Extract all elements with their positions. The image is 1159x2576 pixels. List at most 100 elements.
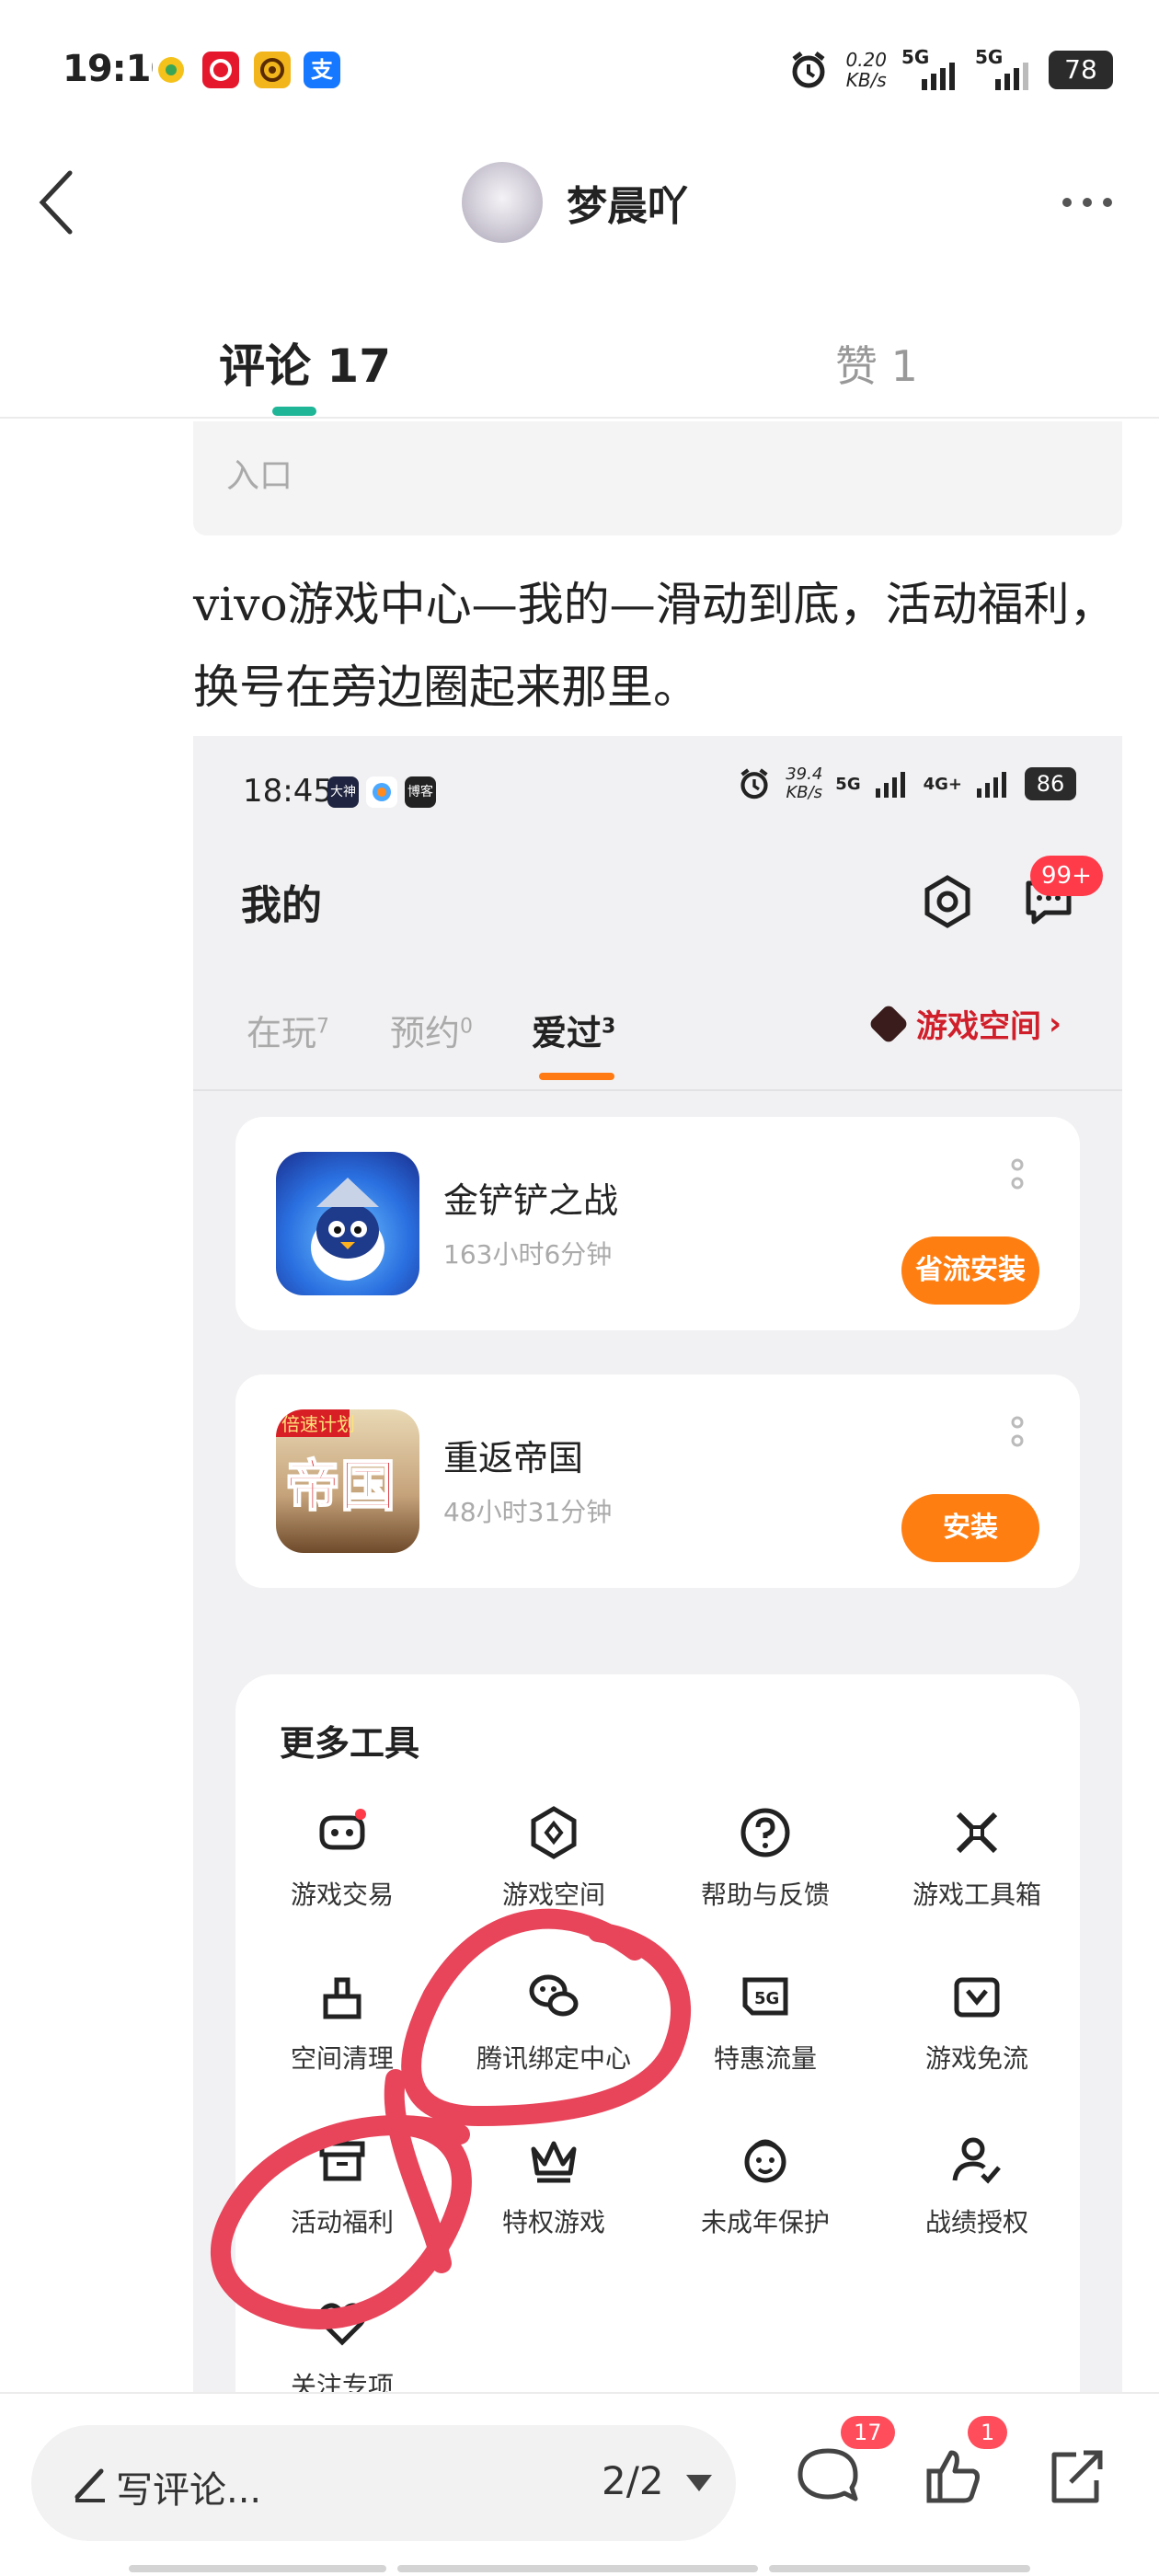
shot-divider bbox=[193, 1089, 1122, 1091]
game-space-logo-icon bbox=[867, 1003, 910, 1044]
battery-icon: 78 bbox=[1049, 51, 1113, 89]
shot-signal-2: 4G+ bbox=[923, 774, 962, 794]
tab-comments[interactable]: 评论 17 bbox=[219, 329, 391, 396]
tab-likes[interactable]: 赞 1 bbox=[835, 333, 918, 394]
empire-icon-title: 帝国 bbox=[285, 1455, 396, 1519]
heart-icon bbox=[318, 2303, 366, 2346]
tool-privileged-games[interactable]: 特权游戏 bbox=[462, 2131, 646, 2269]
tool-free-data[interactable]: 游戏免流 bbox=[885, 1967, 1069, 2105]
install-lite-button[interactable]: 省流安装 bbox=[901, 1236, 1039, 1305]
shot-signal-bars-2 bbox=[977, 772, 1006, 798]
embedded-screenshot[interactable]: 18:45 大神 博客 39.4 KB/s 5G 4G+ 86 我的 99+ 在… bbox=[193, 736, 1122, 2392]
tool-5g-data[interactable]: 5G 特惠流量 bbox=[673, 1967, 857, 2105]
game-name: 重返帝国 bbox=[443, 1438, 584, 1478]
tab-active-indicator bbox=[272, 407, 316, 416]
bottom-bar: 写评论... 2/2 17 1 bbox=[0, 2392, 1159, 2576]
toolbox-icon bbox=[956, 1811, 998, 1854]
minor-protect-icon bbox=[744, 2139, 786, 2183]
record-auth-icon bbox=[952, 2137, 1001, 2184]
tool-minor-protection[interactable]: 未成年保护 bbox=[673, 2131, 857, 2269]
status-bar: 19:10 支 0.20 KB/s 5G 5G 78 bbox=[0, 0, 1159, 138]
jinchanchan-game-icon bbox=[276, 1152, 419, 1295]
game-name: 金铲铲之战 bbox=[443, 1180, 619, 1221]
tool-help-feedback[interactable]: 帮助与反馈 bbox=[673, 1803, 857, 1941]
tool-follow[interactable]: 关注专项 bbox=[250, 2294, 434, 2392]
share-icon[interactable] bbox=[1039, 2440, 1113, 2513]
install-button[interactable]: 安装 bbox=[901, 1494, 1039, 1562]
alarm-icon bbox=[792, 52, 825, 88]
empire-icon-banner: 倍速计划 bbox=[281, 1413, 355, 1435]
comment-bubble-icon[interactable] bbox=[791, 2440, 865, 2513]
tool-activity-benefits[interactable]: 活动福利 bbox=[250, 2131, 434, 2269]
message-badge: 99+ bbox=[1030, 856, 1103, 896]
empire-game-icon: 倍速计划 帝国 bbox=[276, 1409, 419, 1553]
home-indicator bbox=[769, 2565, 1030, 2572]
svg-text:5G: 5G bbox=[754, 1989, 779, 2008]
chevron-right-icon: › bbox=[1049, 1005, 1062, 1042]
tool-game-toolbox[interactable]: 游戏工具箱 bbox=[885, 1803, 1069, 1941]
signal-icon-2: 5G bbox=[975, 46, 1034, 90]
back-button[interactable] bbox=[33, 166, 88, 239]
music-app-icon bbox=[153, 52, 189, 88]
target-app-icon bbox=[254, 52, 291, 88]
browser-app-icon bbox=[366, 776, 397, 808]
more-vertical-icon[interactable] bbox=[1010, 1415, 1025, 1455]
signal-icon-1: 5G bbox=[901, 46, 960, 90]
cleanup-icon bbox=[323, 1977, 361, 2019]
blog-app-icon: 博客 bbox=[405, 776, 436, 808]
shot-signal-bars-1 bbox=[875, 772, 905, 798]
like-count-badge: 1 bbox=[968, 2416, 1008, 2449]
tab-reserved[interactable]: 预约0 bbox=[390, 1005, 473, 1055]
game-space-icon bbox=[531, 1806, 577, 1859]
shot-alarm-icon bbox=[740, 768, 768, 799]
more-options-button[interactable] bbox=[1060, 175, 1115, 222]
pen-icon bbox=[75, 2468, 105, 2502]
comment-count-badge: 17 bbox=[841, 2416, 895, 2449]
quoted-entry-box: 入口 bbox=[193, 421, 1122, 535]
more-tools-card: 更多工具 游戏交易 游戏空间 帮助与反馈 游戏工具箱 空间清理 腾讯绑定中心 5… bbox=[235, 1674, 1080, 2392]
page-indicator[interactable]: 2/2 bbox=[602, 2458, 664, 2503]
crown-icon bbox=[531, 2141, 577, 2183]
tool-record-auth[interactable]: 战绩授权 bbox=[885, 2131, 1069, 2269]
game-playtime: 163小时6分钟 bbox=[443, 1239, 613, 1270]
tool-tencent-bind[interactable]: 腾讯绑定中心 bbox=[462, 1967, 646, 2105]
comment-input[interactable]: 写评论... 2/2 bbox=[31, 2425, 736, 2541]
data-5g-icon: 5G bbox=[742, 1977, 788, 2016]
help-icon bbox=[740, 1808, 790, 1857]
settings-gear-icon[interactable] bbox=[918, 872, 977, 931]
shot-signal-1: 5G bbox=[835, 774, 861, 794]
tencent-bind-icon bbox=[529, 1974, 579, 2017]
shot-network-speed: 39.4 KB/s bbox=[786, 765, 823, 802]
tool-game-space[interactable]: 游戏空间 bbox=[462, 1803, 646, 1941]
network-speed: 0.20 KB/s bbox=[845, 49, 887, 91]
tab-bar: 评论 17 赞 1 bbox=[0, 304, 1159, 419]
like-thumb-icon[interactable] bbox=[916, 2440, 990, 2513]
tab-loved[interactable]: 爱过3 bbox=[532, 1005, 615, 1055]
shopping-app-icon bbox=[202, 52, 239, 88]
home-indicator bbox=[129, 2565, 386, 2572]
avatar[interactable] bbox=[462, 162, 543, 243]
shot-battery-icon: 86 bbox=[1025, 767, 1076, 800]
tab-playing[interactable]: 在玩7 bbox=[247, 1005, 329, 1055]
dashen-app-icon: 大神 bbox=[327, 776, 359, 808]
game-playtime: 48小时31分钟 bbox=[443, 1497, 613, 1527]
caret-down-icon[interactable] bbox=[686, 2475, 712, 2491]
shot-status-time: 18:45 bbox=[243, 773, 333, 810]
home-indicator bbox=[397, 2565, 758, 2572]
tool-game-trade[interactable]: 游戏交易 bbox=[250, 1803, 434, 1941]
more-tools-title: 更多工具 bbox=[280, 1722, 420, 1764]
tool-space-cleanup[interactable]: 空间清理 bbox=[250, 1967, 434, 2105]
post-text: vivo游戏中心—我的—滑动到底，活动福利，换号在旁边圈起来那里。 bbox=[193, 578, 1116, 714]
entry-label: 入口 bbox=[226, 457, 293, 495]
game-card[interactable]: 倍速计划 帝国 重返帝国 48小时31分钟 安装 bbox=[235, 1374, 1080, 1588]
free-data-icon bbox=[954, 1977, 1000, 2018]
game-space-link[interactable]: 游戏空间 › bbox=[867, 1001, 1062, 1046]
shot-page-title: 我的 bbox=[241, 882, 322, 929]
page-title[interactable]: 梦晨吖 bbox=[567, 173, 688, 232]
alipay-app-icon: 支 bbox=[304, 52, 340, 88]
comment-placeholder: 写评论... bbox=[116, 2469, 262, 2512]
trade-icon bbox=[319, 1809, 366, 1850]
game-card[interactable]: 金铲铲之战 163小时6分钟 省流安装 bbox=[235, 1117, 1080, 1330]
gift-box-icon bbox=[319, 2141, 365, 2181]
more-vertical-icon[interactable] bbox=[1010, 1157, 1025, 1198]
